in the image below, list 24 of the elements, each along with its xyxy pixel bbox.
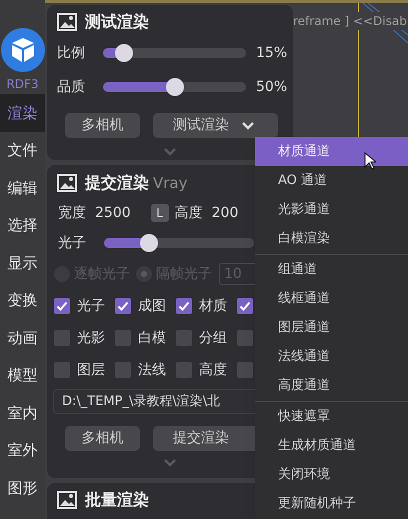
checkbox-label: 光影 [77,328,105,348]
slider-label: 品质 [57,78,86,96]
field-label: 高度 [174,204,203,222]
slider-value: 15% [256,44,288,62]
slider-label: 比例 [57,44,86,62]
checkbox-label: 分组 [199,328,227,348]
checkbox-label: 高度 [199,360,227,380]
logo-text: RDF3 [6,76,39,93]
field-value: 200 [212,204,238,222]
slider-label: 光子 [58,234,87,252]
field-value: 2500 [95,204,131,222]
checkbox-label: 法线 [138,360,166,380]
checkbox-label: 图层 [77,360,105,380]
panel-title: 批量渲染 [85,489,149,511]
panel-title: 测试渲染 [85,11,149,33]
panel-subtitle: Vray [153,172,188,194]
checkbox-label: 材质 [199,296,227,316]
viewport-label: reframe ] <<Disab [293,12,407,30]
checkbox-label: 成图 [138,296,166,316]
slider-value: 50% [256,78,288,96]
checkbox-label: 光子 [77,296,105,316]
checkbox-label: 白模 [138,328,166,348]
panel-title: 提交渲染 [85,172,149,194]
field-label: 宽度 [58,204,86,222]
